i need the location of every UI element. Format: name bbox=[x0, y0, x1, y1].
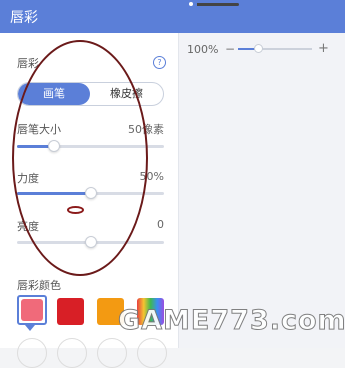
zoom-slider-handle[interactable] bbox=[254, 44, 263, 53]
annotation-ellipse bbox=[12, 40, 148, 276]
top-slider[interactable] bbox=[187, 0, 239, 8]
color-label: 唇彩颜色 bbox=[17, 279, 61, 292]
zoom-in-button[interactable]: + bbox=[318, 41, 329, 56]
app-header: 唇彩 bbox=[0, 0, 345, 33]
header-title: 唇彩 bbox=[10, 10, 38, 26]
more-color-circle[interactable] bbox=[17, 338, 47, 368]
more-color-circle[interactable] bbox=[97, 338, 127, 368]
color-swatch-red[interactable] bbox=[57, 298, 84, 325]
zoom-percent: 100% bbox=[187, 43, 219, 56]
top-slider-track bbox=[191, 3, 239, 6]
swatch-fill bbox=[21, 299, 43, 321]
annotation-ellipse-small bbox=[67, 206, 84, 214]
zoom-out-button[interactable]: − bbox=[225, 42, 235, 56]
help-icon[interactable]: ? bbox=[153, 56, 166, 69]
more-color-circle[interactable] bbox=[57, 338, 87, 368]
more-color-circle[interactable] bbox=[137, 338, 167, 368]
selected-caret-icon bbox=[25, 325, 35, 331]
swatch-fill bbox=[57, 298, 84, 325]
canvas-area[interactable] bbox=[179, 33, 345, 348]
top-slider-handle[interactable] bbox=[187, 0, 195, 8]
color-swatch-pink[interactable] bbox=[17, 295, 47, 325]
watermark: GAME773.com bbox=[118, 305, 345, 337]
